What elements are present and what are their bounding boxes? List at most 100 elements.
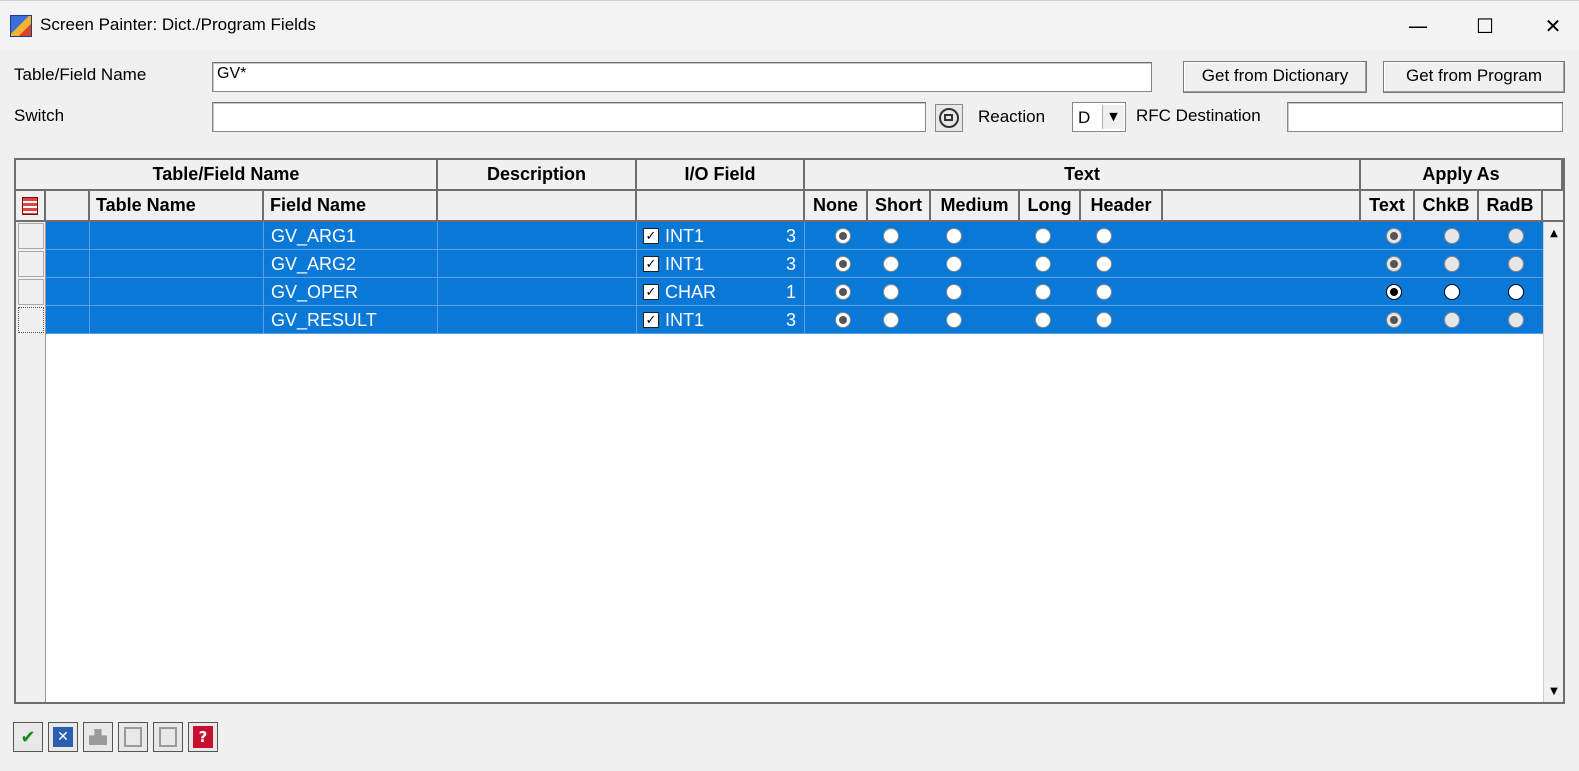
select-all-button[interactable]: [16, 191, 46, 222]
apply-text-radio[interactable]: [1386, 312, 1402, 328]
row-selector[interactable]: [18, 307, 44, 333]
field-length: 3: [785, 226, 796, 246]
text-medium-radio[interactable]: [946, 228, 962, 244]
apply-chkb-radio[interactable]: [1444, 256, 1460, 272]
get-from-program-button[interactable]: Get from Program: [1383, 61, 1565, 93]
save-local-button: [118, 722, 148, 752]
minimize-button[interactable]: —: [1395, 9, 1441, 43]
group-header-description: Description: [438, 160, 637, 191]
apply-chkb-radio[interactable]: [1444, 312, 1460, 328]
text-header-radio[interactable]: [1096, 312, 1112, 328]
apply-text-radio[interactable]: [1386, 228, 1402, 244]
reaction-value: D: [1078, 108, 1091, 127]
text-none-radio[interactable]: [835, 256, 851, 272]
cancel-button[interactable]: ✕: [48, 722, 78, 752]
table-row[interactable]: GV_OPER ✓ CHAR 1: [46, 278, 1543, 306]
text-header-radio[interactable]: [1096, 256, 1112, 272]
group-header-apply-as: Apply As: [1361, 160, 1563, 191]
data-type: INT1: [665, 310, 705, 330]
app-icon: [10, 15, 32, 37]
apply-chkb-radio[interactable]: [1444, 284, 1460, 300]
transfer-button: [83, 722, 113, 752]
col-header-field-name[interactable]: Field Name: [264, 191, 438, 222]
vertical-scrollbar[interactable]: ▲ ▼: [1543, 222, 1563, 702]
apply-radb-radio[interactable]: [1508, 228, 1524, 244]
field-name-cell: GV_OPER: [264, 278, 438, 306]
rfc-destination-label: RFC Destination: [1136, 106, 1261, 125]
data-type: INT1: [665, 226, 705, 246]
apply-radb-radio[interactable]: [1508, 312, 1524, 328]
table-field-input[interactable]: GV*: [212, 62, 1152, 92]
text-none-radio[interactable]: [835, 312, 851, 328]
text-header-radio[interactable]: [1096, 284, 1112, 300]
disk-icon: [159, 727, 177, 747]
text-long-radio[interactable]: [1035, 228, 1051, 244]
col-header-long[interactable]: Long: [1020, 191, 1081, 222]
row-selector[interactable]: [18, 279, 44, 305]
text-medium-radio[interactable]: [946, 284, 962, 300]
field-length: 1: [785, 282, 796, 302]
switch-value-help-button[interactable]: [935, 104, 963, 132]
text-none-radio[interactable]: [835, 284, 851, 300]
field-length: 3: [785, 310, 796, 330]
scroll-down-icon[interactable]: ▼: [1544, 682, 1563, 702]
io-field-checkbox[interactable]: ✓: [643, 256, 659, 272]
save-icon: [124, 727, 142, 747]
field-length: 3: [785, 254, 796, 274]
io-field-checkbox[interactable]: ✓: [643, 284, 659, 300]
maximize-button[interactable]: ☐: [1462, 9, 1508, 43]
col-header-medium[interactable]: Medium: [931, 191, 1020, 222]
reaction-label: Reaction: [978, 107, 1046, 126]
data-type: INT1: [665, 254, 705, 274]
table-field-label: Table/Field Name: [14, 65, 147, 84]
col-header-radb[interactable]: RadB: [1479, 191, 1543, 222]
text-medium-radio[interactable]: [946, 312, 962, 328]
window-title: Screen Painter: Dict./Program Fields: [40, 15, 316, 34]
col-header-table-name[interactable]: Table Name: [90, 191, 264, 222]
text-long-radio[interactable]: [1035, 312, 1051, 328]
switch-label: Switch: [14, 106, 65, 125]
scroll-up-icon[interactable]: ▲: [1544, 224, 1563, 244]
io-field-checkbox[interactable]: ✓: [643, 228, 659, 244]
apply-chkb-radio[interactable]: [1444, 228, 1460, 244]
rfc-destination-input[interactable]: [1287, 102, 1563, 132]
text-short-radio[interactable]: [883, 256, 899, 272]
confirm-button[interactable]: ✔: [13, 722, 43, 752]
text-header-radio[interactable]: [1096, 228, 1112, 244]
field-name-cell: GV_ARG2: [264, 250, 438, 278]
table-settings-icon: [22, 196, 38, 215]
apply-text-radio[interactable]: [1386, 284, 1402, 300]
row-selector[interactable]: [18, 251, 44, 277]
text-short-radio[interactable]: [883, 284, 899, 300]
apply-radb-radio[interactable]: [1508, 256, 1524, 272]
apply-text-radio[interactable]: [1386, 256, 1402, 272]
table-row[interactable]: GV_ARG2 ✓ INT1 3: [46, 250, 1543, 278]
get-from-dictionary-button[interactable]: Get from Dictionary: [1183, 61, 1367, 93]
title-bar: Screen Painter: Dict./Program Fields — ☐…: [0, 0, 1579, 50]
col-header-header[interactable]: Header: [1081, 191, 1163, 222]
print-icon: [89, 729, 107, 745]
col-header-chkb[interactable]: ChkB: [1415, 191, 1479, 222]
io-field-checkbox[interactable]: ✓: [643, 312, 659, 328]
col-header-apply-text[interactable]: Text: [1361, 191, 1415, 222]
checkmark-icon: ✔: [20, 726, 36, 748]
help-button[interactable]: ?: [188, 722, 218, 752]
close-button[interactable]: ✕: [1530, 9, 1576, 43]
row-selector[interactable]: [18, 223, 44, 249]
reaction-dropdown[interactable]: D ▼: [1072, 102, 1126, 132]
col-header-none[interactable]: None: [805, 191, 868, 222]
text-none-radio[interactable]: [835, 228, 851, 244]
chevron-down-icon[interactable]: ▼: [1102, 105, 1124, 129]
table-row[interactable]: GV_RESULT ✓ INT1 3: [46, 306, 1543, 334]
text-short-radio[interactable]: [883, 312, 899, 328]
apply-radb-radio[interactable]: [1508, 284, 1524, 300]
text-medium-radio[interactable]: [946, 256, 962, 272]
text-long-radio[interactable]: [1035, 284, 1051, 300]
switch-input[interactable]: [212, 102, 926, 132]
cancel-icon: ✕: [53, 727, 73, 747]
table-row[interactable]: GV_ARG1 ✓ INT1 3: [46, 222, 1543, 250]
text-short-radio[interactable]: [883, 228, 899, 244]
fields-table: Table/Field Name Description I/O Field T…: [14, 158, 1565, 704]
col-header-short[interactable]: Short: [868, 191, 931, 222]
text-long-radio[interactable]: [1035, 256, 1051, 272]
